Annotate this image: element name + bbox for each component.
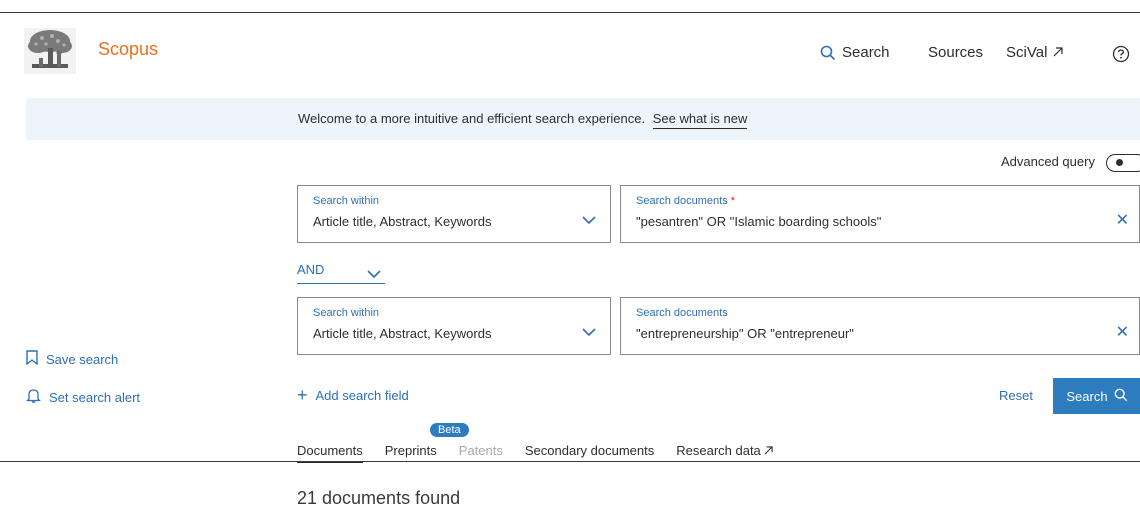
nav-scival-link[interactable]: SciVal xyxy=(1006,44,1064,61)
clear-icon[interactable]: ✕ xyxy=(1116,322,1129,342)
search-documents-input-1[interactable]: Search documents * "pesantren" OR "Islam… xyxy=(620,185,1140,243)
search-button-label: Search xyxy=(1066,388,1108,404)
set-alert-label: Set search alert xyxy=(49,389,141,405)
search-icon xyxy=(820,45,836,61)
banner-message: Welcome to a more intuitive and efficien… xyxy=(298,111,646,126)
welcome-banner: Welcome to a more intuitive and efficien… xyxy=(26,98,1140,140)
search-documents-label: Search documents * xyxy=(636,195,735,207)
results-count: 21 documents found xyxy=(297,488,461,506)
search-within-label: Search within xyxy=(313,307,380,319)
top-border xyxy=(0,12,1140,13)
external-link-icon xyxy=(1053,44,1064,61)
scopus-search-page: Scopus Search Sources SciVal Welcome to … xyxy=(0,0,1140,506)
save-search-link[interactable]: Save search xyxy=(26,350,118,368)
banner-text-wrap: Welcome to a more intuitive and efficien… xyxy=(298,111,748,129)
add-search-field-label: Add search field xyxy=(315,388,409,403)
search-button[interactable]: Search xyxy=(1053,378,1140,414)
brand-name[interactable]: Scopus xyxy=(98,39,158,60)
chevron-down-icon xyxy=(582,212,596,230)
search-icon xyxy=(1114,388,1128,405)
required-marker: * xyxy=(730,195,736,207)
search-within-select-2[interactable]: Search within Article title, Abstract, K… xyxy=(297,297,611,355)
tab-research-data-label: Research data xyxy=(676,443,761,458)
operator-value: AND xyxy=(297,262,325,277)
clear-icon[interactable]: ✕ xyxy=(1116,210,1129,230)
help-circle-icon[interactable] xyxy=(1112,45,1130,68)
chevron-down-icon xyxy=(582,324,596,342)
nav-scival-label: SciVal xyxy=(1006,44,1048,61)
beta-badge: Beta xyxy=(430,423,469,437)
tabs-divider xyxy=(0,461,1140,462)
toggle-knob xyxy=(1116,159,1123,166)
nav-search-label: Search xyxy=(842,44,890,61)
set-search-alert-link[interactable]: Set search alert xyxy=(25,388,141,406)
search-documents-value: "pesantren" OR "Islamic boarding schools… xyxy=(636,214,882,229)
search-documents-label: Search documents xyxy=(636,307,728,319)
see-what-is-new-link[interactable]: See what is new xyxy=(652,111,748,129)
bell-icon xyxy=(25,388,42,406)
tab-preprints[interactable]: Preprints xyxy=(385,443,437,463)
tab-documents[interactable]: Documents xyxy=(297,443,363,463)
advanced-query-toggle[interactable] xyxy=(1106,154,1140,172)
tab-secondary-documents[interactable]: Secondary documents xyxy=(525,443,654,463)
boolean-operator-select[interactable]: AND xyxy=(297,262,385,284)
search-within-value: Article title, Abstract, Keywords xyxy=(313,326,492,341)
advanced-query-label: Advanced query xyxy=(1001,154,1095,169)
bookmark-icon xyxy=(26,350,38,368)
reset-button[interactable]: Reset xyxy=(999,388,1033,403)
chevron-down-icon xyxy=(367,266,381,284)
plus-icon: + xyxy=(297,385,308,405)
tab-patents: Patents xyxy=(458,443,503,458)
add-search-field-button[interactable]: + Add search field xyxy=(297,385,409,405)
elsevier-tree-logo-icon[interactable] xyxy=(24,28,76,74)
save-search-label: Save search xyxy=(46,351,119,367)
nav-search-link[interactable]: Search xyxy=(820,44,890,61)
search-documents-label-text: Search documents xyxy=(636,195,728,207)
search-within-label: Search within xyxy=(313,195,380,207)
search-documents-value: "entrepreneurship" OR "entrepreneur" xyxy=(636,326,854,341)
result-tabs: Documents Preprints Patents Secondary do… xyxy=(297,443,795,463)
search-within-value: Article title, Abstract, Keywords xyxy=(313,214,492,229)
search-within-select-1[interactable]: Search within Article title, Abstract, K… xyxy=(297,185,611,243)
tab-research-data[interactable]: Research data xyxy=(676,443,774,463)
nav-sources-link[interactable]: Sources xyxy=(928,44,983,61)
search-documents-input-2[interactable]: Search documents "entrepreneurship" OR "… xyxy=(620,297,1140,355)
nav-sources-label: Sources xyxy=(928,44,984,61)
external-link-icon xyxy=(764,443,774,458)
